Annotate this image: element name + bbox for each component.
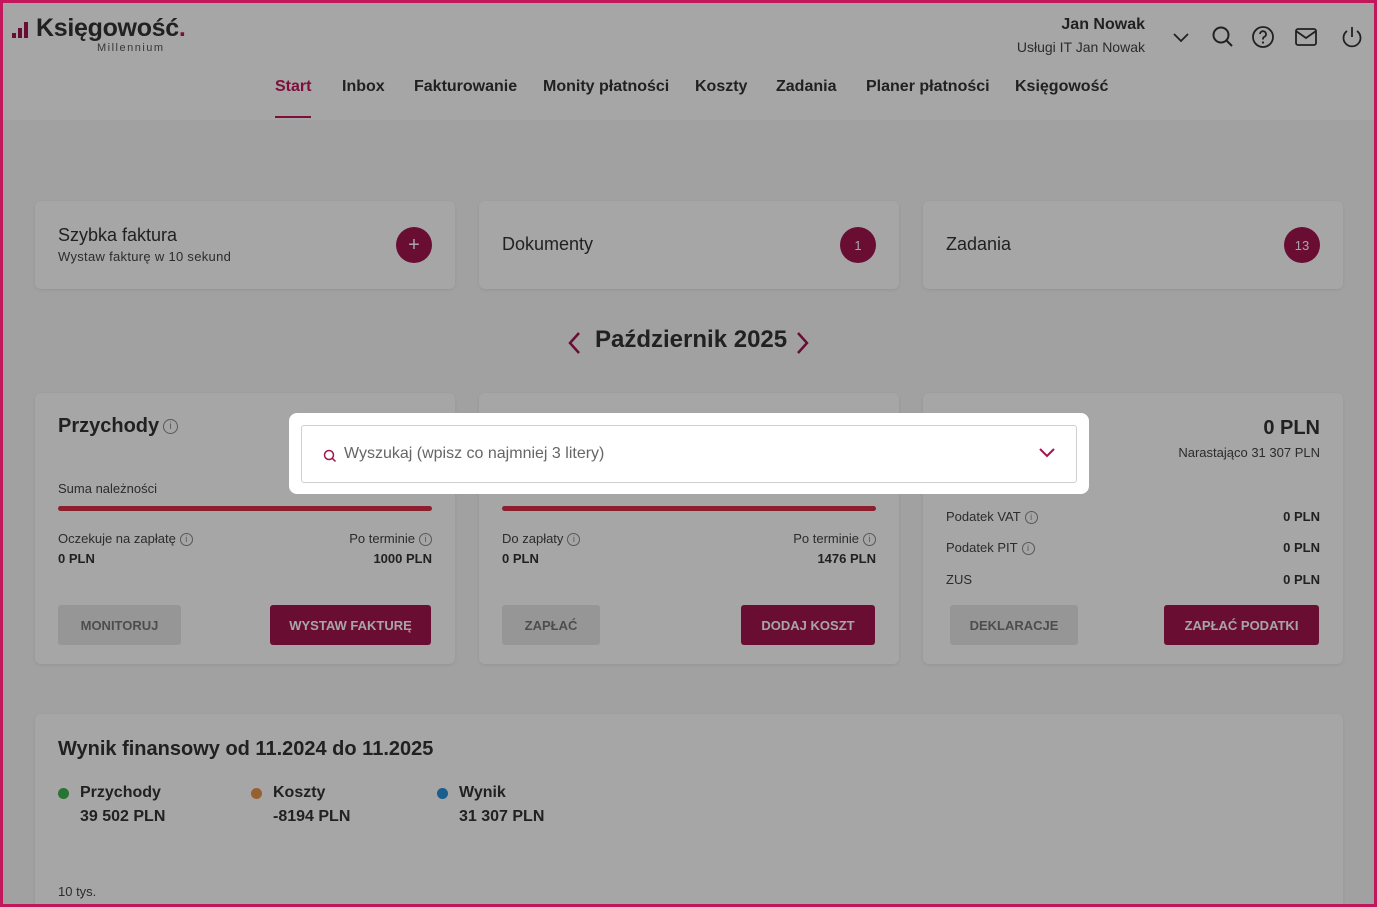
search-input[interactable] — [344, 438, 1004, 470]
chevron-down-icon[interactable] — [1038, 446, 1056, 460]
search-icon — [323, 449, 337, 463]
search-box[interactable] — [301, 425, 1077, 483]
search-modal — [289, 413, 1089, 494]
